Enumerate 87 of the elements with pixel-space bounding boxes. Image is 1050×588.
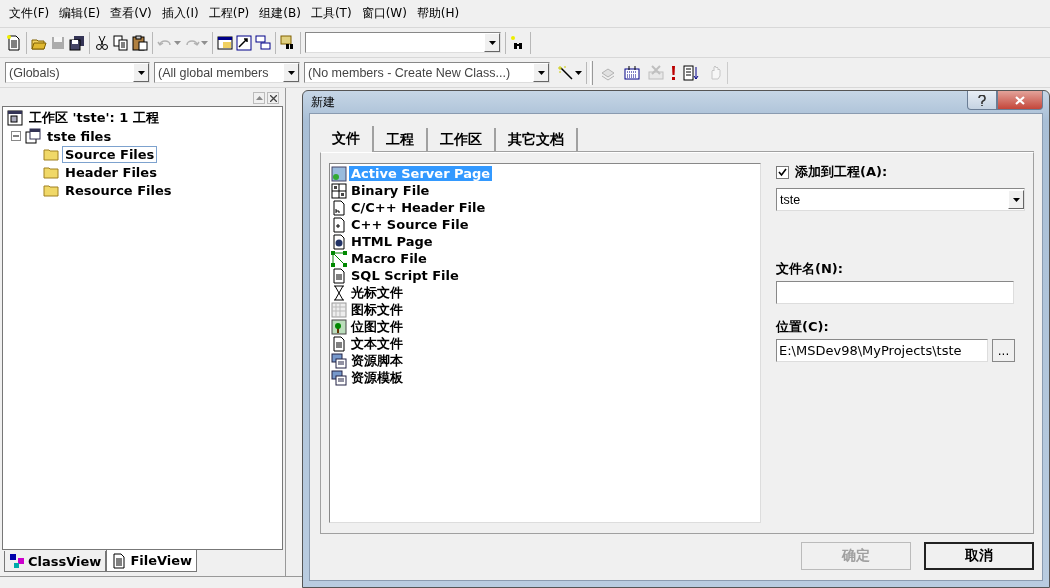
input-field[interactable] [776,281,1014,304]
folder-icon [43,146,59,162]
menu-item[interactable]: 工具(T) [305,5,357,22]
output-window-button[interactable] [236,32,252,53]
step-into-icon [683,64,699,81]
menu-item[interactable]: 帮助(H) [411,5,465,22]
caret-icon [537,70,545,75]
tree-item[interactable]: 工作区 'tste': 1 工程 [26,108,162,128]
document-icon [111,552,128,569]
caret-icon [1012,197,1020,202]
close-icon [1015,95,1025,105]
field-label: 文件名(N): [776,260,844,278]
list-item[interactable]: 图标文件 [349,300,405,319]
close-icon [269,94,277,102]
list-item[interactable]: Binary File [349,183,432,198]
output-window-icon [236,34,252,51]
workspace-icon [7,110,23,126]
caret-icon [137,70,145,75]
list-item[interactable]: 资源脚本 [349,351,405,370]
copy-icon [113,34,129,51]
clipboard-button[interactable] [132,32,148,53]
class-view-icon [9,553,25,569]
caret-icon [174,40,181,45]
pane-tab[interactable]: ClassView [4,551,107,572]
list-item[interactable]: C/C++ Header File [349,200,488,215]
find-combo[interactable] [305,32,501,53]
close-button[interactable] [267,92,279,104]
dialog-button[interactable]: 取消 [924,542,1034,570]
browse-button[interactable]: ... [992,339,1015,362]
help-icon [978,94,986,106]
magic-wand-icon [558,64,574,81]
caret-icon [201,40,208,45]
pane-tab[interactable]: FileView [106,550,198,572]
list-item[interactable]: HTML Page [349,234,435,249]
menu-item[interactable]: 窗口(W) [356,5,412,22]
list-item[interactable]: 位图文件 [349,317,405,336]
folder-icon [43,182,59,198]
tree-item[interactable]: Header Files [62,163,160,181]
list-item[interactable]: 光标文件 [349,283,405,302]
clipboard-icon [132,34,148,51]
list-item[interactable]: Macro File [349,251,429,266]
workspace-window-icon [217,34,233,51]
project-combo[interactable]: tste [776,188,1025,211]
dialog-tab[interactable]: 其它文档 [496,128,578,152]
menu-item[interactable]: 组建(B) [254,5,306,22]
caret-icon [488,40,496,45]
window-title: 新建 [310,93,335,111]
save-icon [50,34,66,51]
window-list-button[interactable] [255,32,271,53]
folder-icon [43,164,59,180]
close-button[interactable] [997,91,1043,110]
combo-box[interactable]: (Globals) [5,62,150,83]
dialog-tab[interactable]: 工程 [374,128,428,152]
checkbox-label: 添加到工程(A): [795,163,888,181]
exclamation-icon [672,65,675,80]
tree-item[interactable]: Resource Files [62,181,175,199]
save-all-icon [69,34,85,51]
tree-picture-icon [331,318,347,335]
menu-item[interactable]: 插入(I) [156,5,204,22]
help-button[interactable] [967,91,997,110]
scissors-icon [94,34,110,51]
input-field[interactable]: E:\MSDev98\MyProjects\tste [776,339,988,362]
menu-item[interactable]: 工程(P) [203,5,255,22]
menu-item[interactable]: 编辑(E) [54,5,106,22]
new-file-button[interactable] [6,32,22,53]
list-item[interactable]: SQL Script File [349,268,461,283]
caret-icon [287,70,295,75]
combo-box[interactable]: (All global members [154,62,300,83]
list-item[interactable]: C++ Source File [349,217,471,232]
list-item[interactable]: 文本文件 [349,334,405,353]
step-into-button[interactable] [683,62,699,83]
node-graph-icon [331,250,347,267]
new-file-icon [6,34,22,51]
tree-item[interactable]: Source Files [62,145,158,163]
caret-icon [575,70,582,75]
copy-button[interactable] [113,32,129,53]
window-list-icon [255,34,271,51]
list-item[interactable]: 资源模板 [349,368,405,387]
combo-box[interactable]: (No members - Create New Class...) [304,62,550,83]
project-icon [25,128,41,144]
icon-grid-icon [331,301,347,318]
tree-item[interactable]: tste files [44,127,115,145]
field-label: 位置(C): [776,318,830,336]
menu-item[interactable]: 文件(F) [4,5,55,22]
menu-item[interactable]: 查看(V) [105,5,157,22]
dialog-tab[interactable]: 工作区 [428,128,496,152]
triangle-icon [255,96,263,100]
